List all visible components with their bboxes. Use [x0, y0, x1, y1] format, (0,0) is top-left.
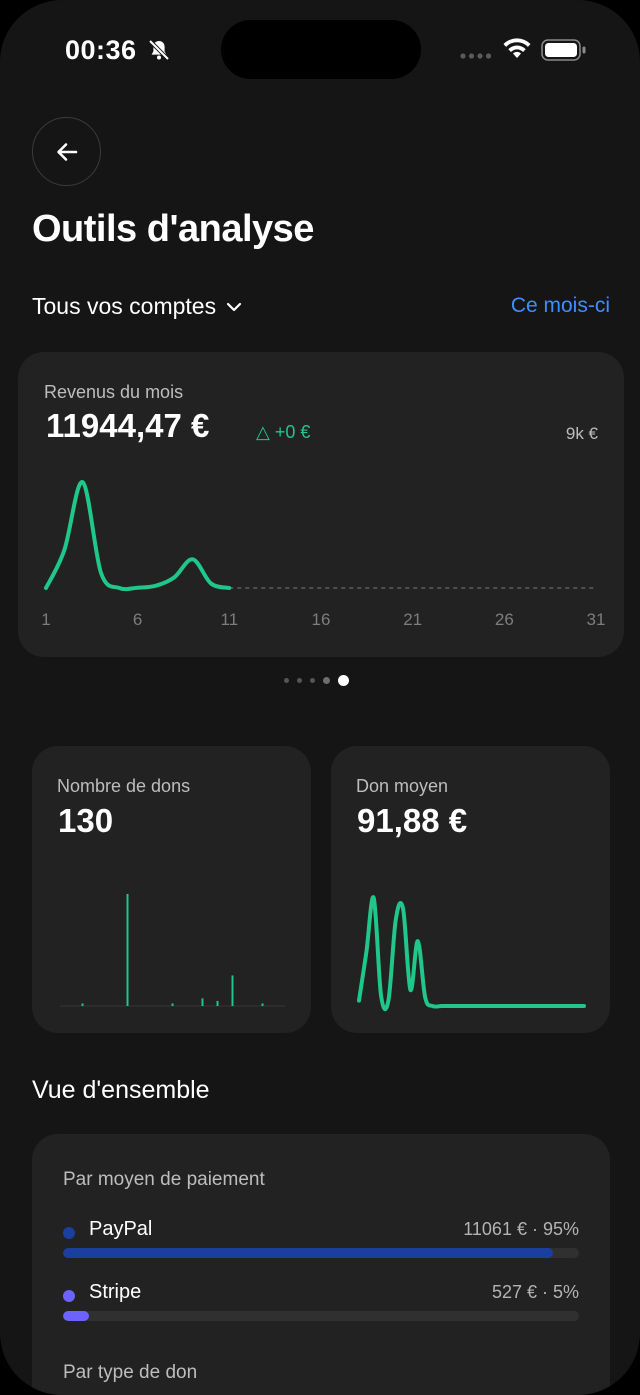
status-time: 00:36: [65, 35, 137, 65]
arrow-left-icon: [56, 142, 77, 161]
x-tick-label: 21: [403, 610, 422, 629]
average-donation-chart: [357, 895, 586, 1012]
revenue-card[interactable]: Revenus du mois 11944,47 € △ +0 € 9k € 1…: [18, 352, 624, 657]
progress-track: [63, 1311, 579, 1321]
count-bar: [171, 1003, 174, 1006]
chevron-down-icon: [226, 302, 242, 311]
account-selector[interactable]: Tous vos comptes: [32, 293, 242, 320]
wifi-icon: [503, 38, 531, 58]
x-tick-label: 1: [41, 610, 50, 629]
legend-dot: [63, 1227, 75, 1239]
battery-icon: [541, 39, 586, 61]
phone-screen: 00:36 Outils d'analyse Tous vos comptes …: [0, 0, 640, 1395]
page-title: Outils d'analyse: [32, 208, 314, 250]
account-selector-label: Tous vos comptes: [32, 293, 217, 319]
bell-muted-icon: [148, 39, 170, 61]
pager-dot[interactable]: [323, 677, 330, 684]
donation-count-chart: [60, 894, 285, 1007]
count-bar: [81, 1003, 84, 1006]
count-bar: [201, 998, 204, 1006]
average-series-line: [357, 895, 586, 1012]
progress-track: [63, 1248, 579, 1258]
count-bar: [261, 1003, 264, 1006]
payment-method-name: Stripe: [89, 1281, 142, 1303]
x-tick-label: 11: [221, 610, 239, 629]
payment-method-row[interactable]: Stripe 527 € · 5%: [63, 1281, 579, 1331]
count-bar: [126, 894, 129, 1006]
pager-dot[interactable]: [284, 678, 289, 683]
period-selector[interactable]: Ce mois-ci: [511, 294, 610, 318]
pager-dot[interactable]: [310, 678, 315, 683]
payment-method-value: 11061 € · 95%: [463, 1219, 579, 1239]
progress-fill: [63, 1311, 89, 1321]
donation-count-card[interactable]: Nombre de dons 130: [32, 746, 311, 1033]
payment-method-row[interactable]: PayPal 11061 € · 95%: [63, 1218, 579, 1268]
progress-fill: [63, 1248, 554, 1258]
x-tick-label: 26: [495, 610, 514, 629]
back-button[interactable]: [32, 117, 101, 186]
pager-dot-active[interactable]: [338, 675, 349, 686]
overview-card: Par moyen de paiement PayPal 11061 € · 9…: [32, 1134, 610, 1395]
card-pager[interactable]: [284, 675, 349, 686]
revenue-chart: 1 6 11 16 21 26 31: [41, 480, 606, 629]
donation-type-label: Par type de don: [63, 1362, 198, 1383]
payment-method-value: 527 € · 5%: [491, 1282, 579, 1302]
payment-method-label: Par moyen de paiement: [63, 1169, 265, 1190]
overview-title: Vue d'ensemble: [32, 1076, 210, 1104]
payment-method-name: PayPal: [89, 1218, 153, 1240]
count-bar: [216, 1000, 219, 1006]
x-tick-label: 16: [312, 610, 331, 629]
revenue-series-line: [44, 480, 232, 592]
count-bar: [231, 975, 234, 1006]
legend-dot: [63, 1290, 75, 1302]
x-tick-label: 6: [133, 610, 142, 629]
pager-dot[interactable]: [297, 678, 302, 683]
cellular-signal-icon: [460, 53, 492, 59]
x-tick-label: 31: [587, 610, 606, 629]
dynamic-island: [221, 20, 421, 79]
average-donation-card[interactable]: Don moyen 91,88 €: [331, 746, 610, 1033]
